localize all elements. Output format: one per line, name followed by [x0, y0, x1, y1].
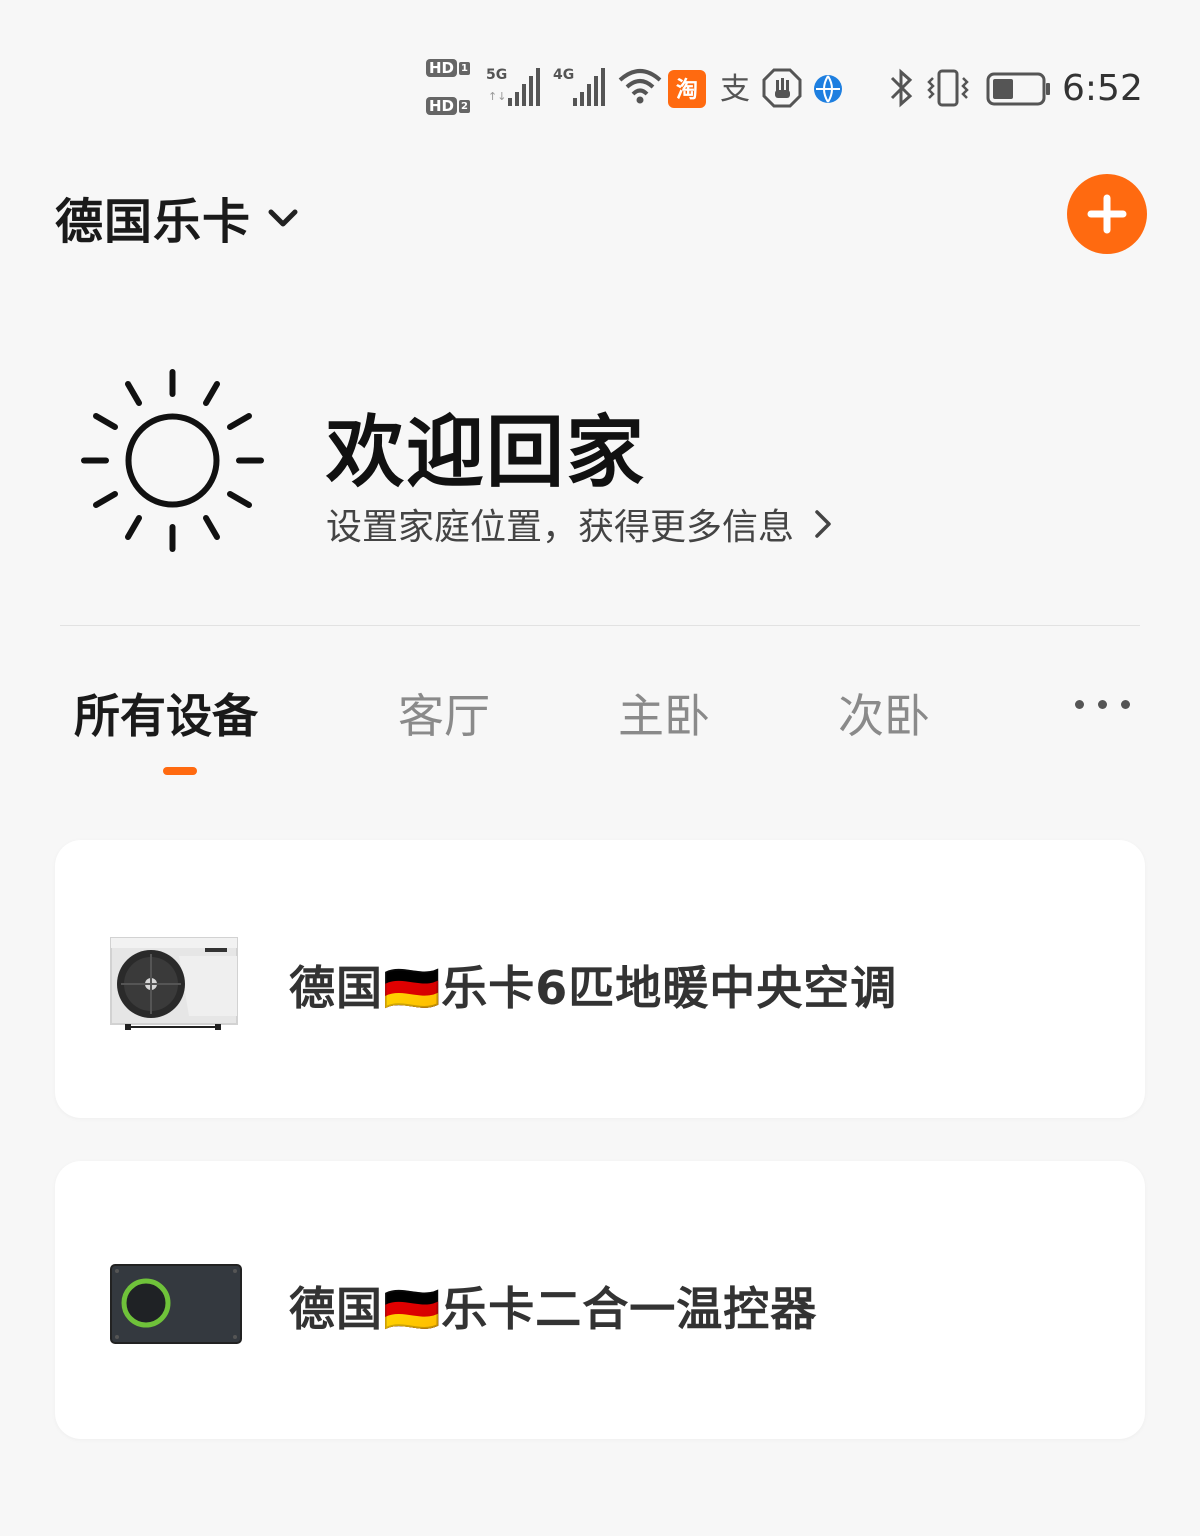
tab-living-room[interactable]: 客厅 [398, 680, 490, 746]
chevron-right-icon [815, 510, 831, 538]
hd1-indicator: HD 1 [426, 59, 470, 77]
alipay-icon: 支 [716, 70, 754, 112]
sun-weather-icon [81, 369, 264, 552]
more-dot [1075, 700, 1084, 709]
welcome-title: 欢迎回家 [326, 408, 647, 498]
more-dot [1098, 700, 1107, 709]
hd1-label: HD [426, 59, 458, 77]
svg-text:↑↓: ↑↓ [488, 90, 506, 103]
taobao-icon: 淘 [668, 70, 706, 112]
chevron-down-icon [268, 209, 298, 227]
hd2-label: HD [426, 97, 458, 115]
welcome-subtitle: 设置家庭位置，获得更多信息 [326, 507, 795, 548]
battery-icon [986, 72, 1052, 110]
hd1-sub: 1 [459, 62, 470, 75]
device-name: 德国🇩🇪乐卡二合一温控器 [289, 1282, 818, 1336]
tab-second-bedroom[interactable]: 次卧 [838, 680, 930, 746]
thermostat-icon [110, 1264, 242, 1344]
svg-text:淘: 淘 [676, 77, 698, 103]
svg-text:支: 支 [720, 72, 750, 107]
home-selector[interactable]: 德国乐卡 [55, 182, 299, 252]
vibrate-icon [924, 68, 972, 112]
add-device-button[interactable] [1067, 174, 1147, 254]
bluetooth-icon [888, 68, 916, 112]
device-name: 德国🇩🇪乐卡6匹地暖中央空调 [289, 961, 898, 1015]
hand-icon [762, 68, 802, 112]
more-tabs-button[interactable] [1075, 700, 1130, 709]
browser-icon [812, 73, 844, 109]
more-dot [1121, 700, 1130, 709]
heat-pump-unit-icon [110, 937, 238, 1030]
active-tab-indicator [163, 767, 197, 775]
set-location-link[interactable]: 设置家庭位置，获得更多信息 [326, 498, 832, 550]
wifi-icon [618, 68, 662, 110]
hd2-indicator: HD 2 [426, 97, 470, 115]
net2-label: 4G [553, 67, 574, 83]
device-card-thermostat[interactable]: 德国🇩🇪乐卡二合一温控器 [55, 1161, 1145, 1439]
tab-master-bedroom[interactable]: 主卧 [618, 680, 710, 746]
hd2-sub: 2 [459, 100, 470, 113]
clock: 6:52 [1062, 68, 1143, 109]
home-name: 德国乐卡 [55, 194, 252, 250]
device-card-heat-pump[interactable]: 德国🇩🇪乐卡6匹地暖中央空调 [55, 840, 1145, 1118]
tab-all-devices[interactable]: 所有设备 [74, 680, 258, 746]
net1-label: 5G [486, 67, 507, 83]
divider [60, 625, 1140, 626]
status-bar: HD 1 HD 2 5G ↑↓ 4G 淘 支 6:52 [0, 50, 1200, 130]
signal-4g-icon: 4G [553, 64, 613, 112]
signal-5g-icon: 5G ↑↓ [486, 64, 546, 112]
plus-icon [1087, 194, 1127, 234]
